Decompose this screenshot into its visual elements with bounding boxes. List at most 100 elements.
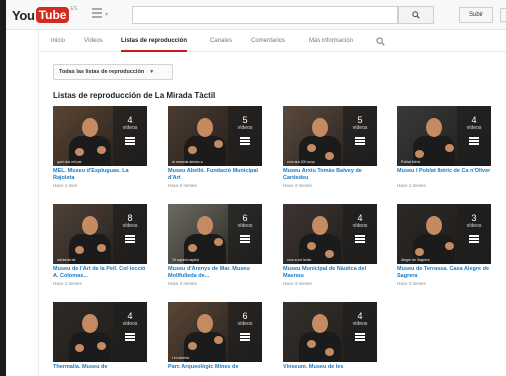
- playlist-thumbnail[interactable]: 4 vídeos: [283, 302, 377, 362]
- playlist-title[interactable]: Museu de l'Art de la Pell. Col·lecció A.…: [53, 266, 151, 280]
- playlist-icon: [355, 333, 365, 342]
- playlist-icon: [125, 333, 135, 342]
- video-count-label: vídeos: [122, 321, 138, 327]
- thumbnail-subtitle: Alegre de Sagrera: [401, 258, 430, 262]
- playlist-card[interactable]: adoberia de 8 vídeos Museu de l'Art de la P…: [53, 204, 147, 294]
- playlist-card[interactable]: 4 vídeos Vinseum. Museu de les: [283, 302, 377, 376]
- playlist-card[interactable]: Poblat ibèric 4 vídeos Museu I Poblat Ibèri…: [397, 106, 491, 196]
- playlist-card[interactable]: com a col·lectiu 4 vídeos Museu Municipal d…: [283, 204, 377, 294]
- playlist-title[interactable]: Museu Abelló. Fundació Municipal d'Art: [168, 168, 266, 182]
- guide-menu-icon[interactable]: ▾: [92, 8, 108, 20]
- playlist-updated: Hace 2 meses: [168, 183, 197, 188]
- video-count-label: vídeos: [466, 223, 482, 229]
- presenter-figure: [299, 214, 341, 264]
- video-count-label: vídeos: [122, 223, 138, 229]
- playlist-icon: [125, 235, 135, 244]
- playlist-icon: [355, 137, 365, 146]
- playlist-icon: [355, 235, 365, 244]
- playlist-updated: Hace 3 meses: [283, 281, 312, 286]
- playlist-thumbnail[interactable]: i el mineria 6 vídeos: [168, 302, 262, 362]
- chevron-down-icon: ▾: [105, 12, 109, 18]
- video-count-label: vídeos: [237, 125, 253, 131]
- playlist-card[interactable]: com ara 200 anys 5 vídeos Museu Arxiu Tomàs…: [283, 106, 377, 196]
- playlist-card[interactable]: Alegre de Sagrera 3 vídeos Museu de Terrass…: [397, 204, 491, 294]
- playlist-thumbnail[interactable]: adoberia de 8 vídeos: [53, 204, 147, 264]
- video-count-label: vídeos: [237, 321, 253, 327]
- masthead: You Tube ES ▾ Subir: [6, 0, 506, 30]
- video-count: 8: [127, 213, 133, 223]
- playlist-card[interactable]: 4 vídeos Thermalia. Museu de: [53, 302, 147, 376]
- playlist-updated: Hace 2 meses: [53, 281, 82, 286]
- playlist-thumbnail[interactable]: com ara 200 anys 5 vídeos: [283, 106, 377, 166]
- video-count-overlay: 4 vídeos: [343, 204, 377, 264]
- playlist-card[interactable]: i el mineria 6 vídeos Parc Arqueològic Mine…: [168, 302, 262, 376]
- thumbnail-subtitle: com a col·lectiu: [287, 258, 312, 262]
- playlist-title[interactable]: Parc Arqueològic Mines de: [168, 364, 266, 371]
- logo-you-text: You: [12, 7, 35, 23]
- presenter-figure: [184, 214, 226, 264]
- channel-content: Inicio Vídeos Listas de reproducción Can…: [38, 30, 506, 376]
- video-count: 4: [471, 115, 477, 125]
- presenter-figure: [69, 312, 111, 362]
- playlist-thumbnail[interactable]: quel dos mil per 4 vídeos: [53, 106, 147, 166]
- playlist-thumbnail[interactable]: la moneda deixeu a 5 vídeos: [168, 106, 262, 166]
- video-count-overlay: 6 vídeos: [228, 302, 262, 362]
- thumbnail-subtitle: la moneda deixeu a: [172, 160, 203, 164]
- video-count: 4: [127, 115, 133, 125]
- playlist-title[interactable]: MEL. Museu d'Espluguas. La Rajoleta: [53, 168, 151, 182]
- playlist-card[interactable]: quel dos mil per 4 vídeos MEL. Museu d'Espl…: [53, 106, 147, 196]
- video-count-label: vídeos: [352, 223, 368, 229]
- playlist-thumbnail[interactable]: Té aquest capítol 6 vídeos: [168, 204, 262, 264]
- presenter-figure: [299, 116, 341, 166]
- video-count-overlay: 4 vídeos: [113, 106, 147, 166]
- video-count: 4: [357, 311, 363, 321]
- playlist-title[interactable]: Museu I Poblat Ibèric de Ca n'Oliver: [397, 168, 495, 175]
- video-count-label: vídeos: [466, 125, 482, 131]
- playlist-card[interactable]: la moneda deixeu a 5 vídeos Museu Abelló. F…: [168, 106, 262, 196]
- playlist-updated: Hace 3 meses: [397, 281, 426, 286]
- video-count-overlay: 8 vídeos: [113, 204, 147, 264]
- search-button[interactable]: [398, 6, 434, 24]
- playlist-thumbnail[interactable]: 4 vídeos: [53, 302, 147, 362]
- video-count: 3: [471, 213, 477, 223]
- search-input[interactable]: [132, 6, 398, 24]
- video-count: 5: [357, 115, 363, 125]
- playlist-title[interactable]: Museu de Terrassa. Casa Alegre de Sagrer…: [397, 266, 495, 280]
- thumbnail-subtitle: Poblat ibèric: [401, 160, 421, 164]
- presenter-figure: [413, 214, 455, 264]
- video-count-overlay: 4 vídeos: [457, 106, 491, 166]
- thumbnail-subtitle: i el mineria: [172, 356, 189, 360]
- playlist-icon: [240, 235, 250, 244]
- playlist-thumbnail[interactable]: com a col·lectiu 4 vídeos: [283, 204, 377, 264]
- playlist-icon: [469, 235, 479, 244]
- upload-button[interactable]: Subir: [459, 7, 493, 23]
- video-count: 4: [357, 213, 363, 223]
- video-count-label: vídeos: [352, 321, 368, 327]
- video-count-label: vídeos: [237, 223, 253, 229]
- playlist-title[interactable]: Museu d'Arenys de Mar. Museu Mollfulleda…: [168, 266, 266, 280]
- video-count-overlay: 4 vídeos: [113, 302, 147, 362]
- playlist-title[interactable]: Museu Municipal de Nàutica del Masnou: [283, 266, 381, 280]
- video-count-overlay: 3 vídeos: [457, 204, 491, 264]
- playlist-updated: Hace 2 meses: [283, 183, 312, 188]
- thumbnail-subtitle: com ara 200 anys: [287, 160, 315, 164]
- notifications-button[interactable]: [500, 8, 506, 22]
- playlist-thumbnail[interactable]: Alegre de Sagrera 3 vídeos: [397, 204, 491, 264]
- playlist-title[interactable]: Thermalia. Museu de: [53, 364, 151, 371]
- youtube-logo[interactable]: You Tube ES: [12, 6, 77, 24]
- playlist-thumbnail[interactable]: Poblat ibèric 4 vídeos: [397, 106, 491, 166]
- thumbnail-subtitle: Té aquest capítol: [172, 258, 199, 262]
- playlist-icon: [240, 137, 250, 146]
- playlist-icon: [240, 333, 250, 342]
- presenter-figure: [413, 116, 455, 166]
- playlist-icon: [469, 137, 479, 146]
- playlist-card[interactable]: Té aquest capítol 6 vídeos Museu d'Arenys d…: [168, 204, 262, 294]
- video-count: 6: [242, 213, 248, 223]
- presenter-figure: [69, 214, 111, 264]
- playlist-title[interactable]: Museu Arxiu Tomàs Balvey de Cardedeu: [283, 168, 381, 182]
- playlist-title[interactable]: Vinseum. Museu de les: [283, 364, 381, 371]
- presenter-figure: [184, 312, 226, 362]
- video-count-overlay: 6 vídeos: [228, 204, 262, 264]
- thumbnail-subtitle: adoberia de: [57, 258, 76, 262]
- search-icon: [412, 11, 420, 19]
